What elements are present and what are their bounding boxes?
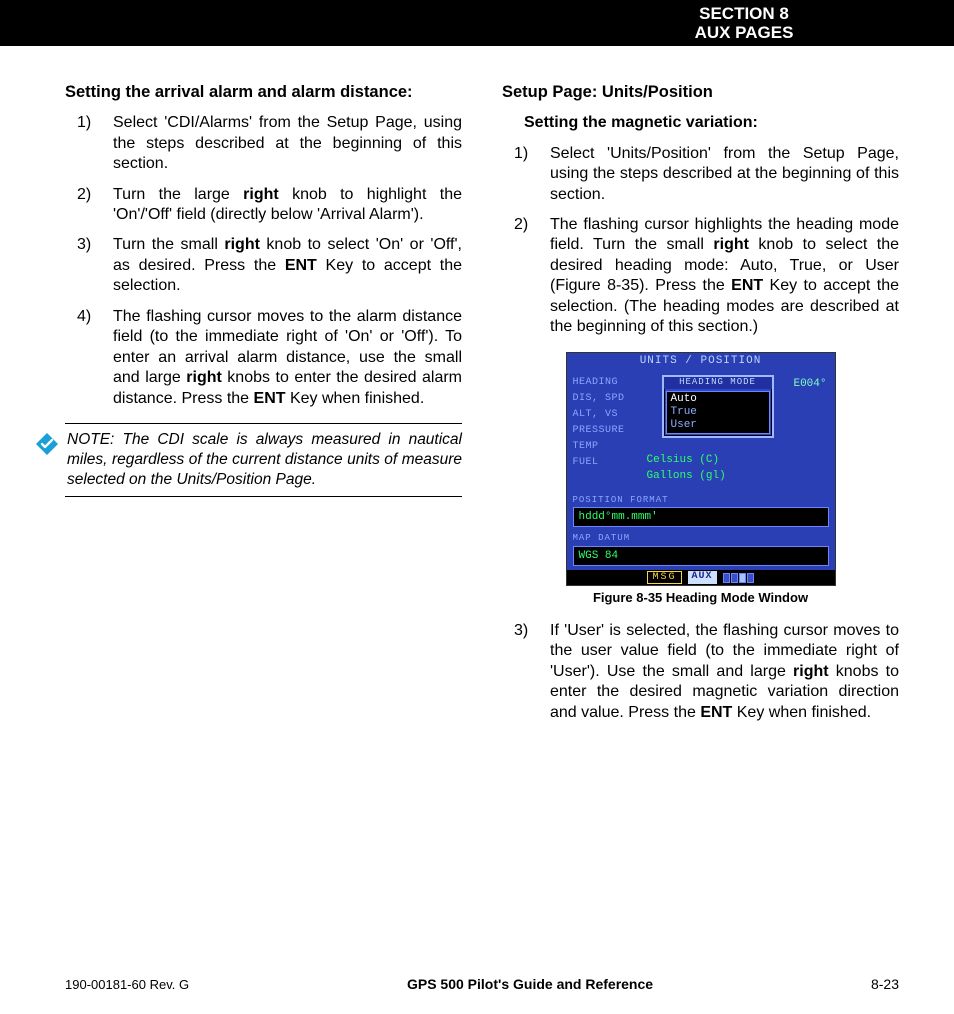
left-step-3: 3) Turn the small right knob to select '… <box>65 235 462 296</box>
map-datum-label: MAP DATUM <box>567 531 835 546</box>
section-header-line1: SECTION 8 <box>644 5 844 24</box>
position-format-label: POSITION FORMAT <box>567 493 835 508</box>
row-dis-spd: DIS, SPD <box>573 391 625 407</box>
left-step-1-num: 1) <box>77 113 113 174</box>
left-step-2: 2) Turn the large right knob to highligh… <box>65 185 462 226</box>
map-datum-value: WGS 84 <box>573 546 829 566</box>
right-heading: Setup Page: Units/Position <box>502 82 899 103</box>
row-heading: HEADING <box>573 375 625 391</box>
popup-options: Auto True User <box>666 391 770 434</box>
left-step-4-text: The flashing cursor moves to the alarm d… <box>113 307 462 409</box>
note-text: NOTE: The CDI scale is always measured i… <box>67 430 462 489</box>
right-subheading: Setting the magnetic variation: <box>524 113 899 133</box>
left-step-3-num: 3) <box>77 235 113 296</box>
footer-page: 8-23 <box>871 976 899 992</box>
right-step-3-num: 3) <box>514 621 550 723</box>
right-step-3: 3) If 'User' is selected, the flashing c… <box>502 621 899 723</box>
left-step-1: 1) Select 'CDI/Alarms' from the Setup Pa… <box>65 113 462 174</box>
fuel-value: Gallons (gl) <box>647 469 726 483</box>
content-columns: Setting the arrival alarm and alarm dist… <box>65 82 899 954</box>
screen-row-labels: HEADING DIS, SPD ALT, VS PRESSURE TEMP F… <box>573 375 625 471</box>
row-fuel: FUEL <box>573 455 625 471</box>
page-footer: 190-00181-60 Rev. G GPS 500 Pilot's Guid… <box>65 976 899 992</box>
left-step-4-num: 4) <box>77 307 113 409</box>
figure-caption: Figure 8-35 Heading Mode Window <box>566 590 836 607</box>
right-steps-a: 1) Select 'Units/Position' from the Setu… <box>502 144 899 338</box>
right-steps-b: 3) If 'User' is selected, the flashing c… <box>502 621 899 723</box>
row-temp: TEMP <box>573 439 625 455</box>
screen-body: HEADING DIS, SPD ALT, VS PRESSURE TEMP F… <box>567 369 835 493</box>
section-header-text: SECTION 8 AUX PAGES <box>644 5 844 42</box>
footer-title: GPS 500 Pilot's Guide and Reference <box>407 976 653 992</box>
popup-title: HEADING MODE <box>664 377 772 390</box>
right-step-2-num: 2) <box>514 215 550 338</box>
section-header-bar: SECTION 8 AUX PAGES <box>0 0 954 46</box>
status-bar: MSG AUX <box>567 570 835 585</box>
right-step-1-num: 1) <box>514 144 550 205</box>
left-heading: Setting the arrival alarm and alarm dist… <box>65 82 462 103</box>
footer-docid: 190-00181-60 Rev. G <box>65 977 189 992</box>
figure-8-35: UNITS / POSITION HEADING DIS, SPD ALT, V… <box>566 352 836 607</box>
left-step-1-text: Select 'CDI/Alarms' from the Setup Page,… <box>113 113 462 174</box>
left-step-2-text: Turn the large right knob to highlight t… <box>113 185 462 226</box>
page-indicator-icon <box>723 573 754 583</box>
right-step-1: 1) Select 'Units/Position' from the Setu… <box>502 144 899 205</box>
popup-opt-true: True <box>671 406 765 419</box>
popup-opt-auto: Auto <box>671 393 765 406</box>
row-pressure: PRESSURE <box>573 423 625 439</box>
right-step-2-text: The flashing cursor highlights the headi… <box>550 215 899 338</box>
right-column: Setup Page: Units/Position Setting the m… <box>502 82 899 954</box>
status-aux: AUX <box>688 571 717 584</box>
left-step-3-text: Turn the small right knob to select 'On'… <box>113 235 462 296</box>
popup-opt-user: User <box>671 419 765 432</box>
page: SECTION 8 AUX PAGES Setting the arrival … <box>0 0 954 1014</box>
left-step-2-num: 2) <box>77 185 113 226</box>
device-screen: UNITS / POSITION HEADING DIS, SPD ALT, V… <box>566 352 836 586</box>
row-alt-vs: ALT, VS <box>573 407 625 423</box>
right-step-1-text: Select 'Units/Position' from the Setup P… <box>550 144 899 205</box>
section-header-line2: AUX PAGES <box>644 24 844 43</box>
left-step-4: 4) The flashing cursor moves to the alar… <box>65 307 462 409</box>
right-step-2: 2) The flashing cursor highlights the he… <box>502 215 899 338</box>
left-steps: 1) Select 'CDI/Alarms' from the Setup Pa… <box>65 113 462 409</box>
temp-value: Celsius (C) <box>647 453 720 467</box>
status-msg: MSG <box>647 571 681 584</box>
note-box: NOTE: The CDI scale is always measured i… <box>65 423 462 496</box>
screen-title: UNITS / POSITION <box>567 353 835 369</box>
left-column: Setting the arrival alarm and alarm dist… <box>65 82 462 954</box>
right-step-3-text: If 'User' is selected, the flashing curs… <box>550 621 899 723</box>
position-format-value: hddd°mm.mmm' <box>573 507 829 527</box>
heading-value: E004° <box>793 377 826 391</box>
note-check-icon <box>35 432 59 456</box>
heading-mode-popup: HEADING MODE Auto True User <box>662 375 774 439</box>
